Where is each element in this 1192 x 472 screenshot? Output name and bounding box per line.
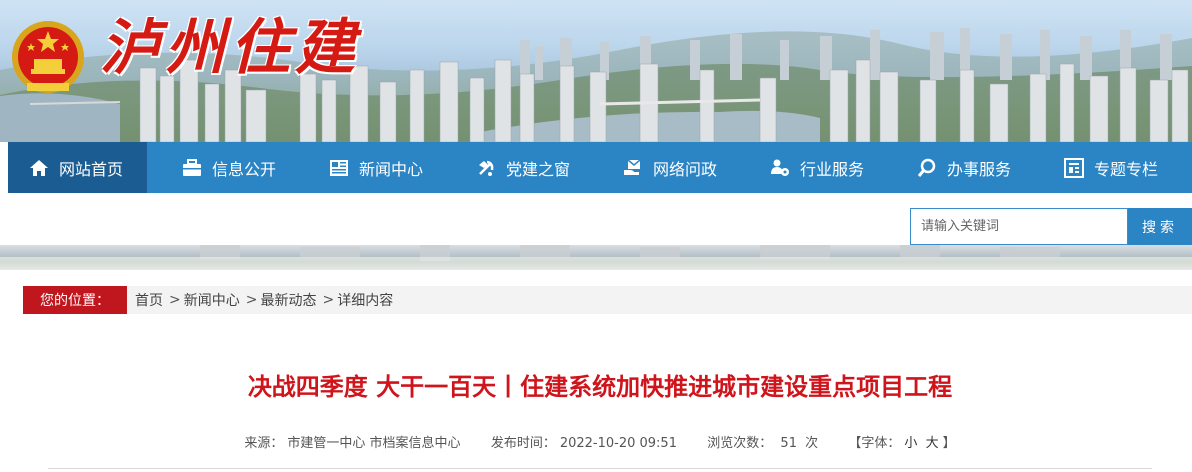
scenery-strip-image bbox=[0, 245, 1192, 270]
nav-item-info-disclosure[interactable]: 信息公开 bbox=[147, 142, 294, 193]
newspaper-icon bbox=[330, 159, 348, 176]
nav-item-label: 网站首页 bbox=[59, 159, 124, 179]
banner-bottom-strip bbox=[0, 245, 1192, 270]
home-icon bbox=[30, 159, 48, 176]
breadcrumb-link-news-center[interactable]: 新闻中心 bbox=[184, 290, 240, 310]
article-title: 决战四季度 大干一百天丨住建系统加快推进城市建设重点项目工程 bbox=[247, 373, 953, 401]
breadcrumb-separator: > bbox=[245, 292, 258, 308]
source-label: 来源： bbox=[244, 436, 284, 451]
font-size-large-button[interactable]: 大 bbox=[926, 436, 939, 451]
search-input[interactable] bbox=[910, 208, 1128, 245]
mail-hand-icon bbox=[624, 158, 641, 175]
breadcrumb: 您的位置： 首页 > 新闻中心 > 最新动态 > 详细内容 bbox=[23, 286, 1192, 314]
nav-item-special-columns[interactable]: 专题专栏 bbox=[1029, 142, 1192, 193]
views-unit: 次 bbox=[805, 436, 819, 451]
breadcrumb-separator: > bbox=[169, 292, 181, 308]
nav-item-news-center[interactable]: 新闻中心 bbox=[294, 142, 441, 193]
breadcrumb-trail: 首页 > 新闻中心 > 最新动态 > 详细内容 bbox=[135, 286, 393, 314]
main-navigation: 网站首页 信息公开 新闻中心 党建之窗 网络问政 行业服务 办事服务 专题专栏 bbox=[8, 142, 1192, 193]
page: 泸州住建 网站首页 信息公开 新闻中心 党建之窗 网络问政 行业服务 办事服务 … bbox=[0, 0, 1192, 472]
column-icon bbox=[1064, 157, 1084, 178]
breadcrumb-link-detail[interactable]: 详细内容 bbox=[337, 290, 393, 310]
breadcrumb-link-latest-news[interactable]: 最新动态 bbox=[260, 290, 316, 310]
breadcrumb-separator: > bbox=[322, 292, 335, 308]
divider bbox=[48, 468, 1152, 469]
nav-item-label: 网络问政 bbox=[653, 159, 718, 179]
nav-item-label: 专题专栏 bbox=[1094, 159, 1159, 179]
search-icon bbox=[917, 158, 936, 177]
date-label: 发布时间： bbox=[490, 436, 556, 451]
nav-item-affairs-services[interactable]: 办事服务 bbox=[882, 142, 1029, 193]
font-size-small-button[interactable]: 小 bbox=[904, 436, 917, 451]
search-button[interactable]: 搜索 bbox=[1128, 208, 1192, 245]
breadcrumb-link-home[interactable]: 首页 bbox=[135, 290, 163, 310]
users-gear-icon bbox=[771, 159, 789, 176]
views-count: 51 bbox=[780, 436, 797, 451]
nav-item-label: 新闻中心 bbox=[359, 159, 424, 179]
source-value: 市建管一中心 市档案信息中心 bbox=[287, 436, 461, 451]
nav-item-party-building[interactable]: 党建之窗 bbox=[441, 142, 588, 193]
font-size-bracket: 】 bbox=[942, 436, 956, 451]
article-container: 您的位置： 首页 > 新闻中心 > 最新动态 > 详细内容 决战四季度 大干一百… bbox=[8, 270, 1192, 472]
nav-item-home[interactable]: 网站首页 bbox=[8, 142, 147, 193]
article-meta: 来源： 市建管一中心 市档案信息中心 发布时间： 2022-10-20 09:51 … bbox=[8, 432, 1192, 451]
briefcase-icon bbox=[183, 158, 201, 176]
search-bar: 搜索 bbox=[8, 193, 1192, 245]
breadcrumb-label: 您的位置： bbox=[23, 286, 127, 314]
site-title: 泸州住建 bbox=[100, 13, 360, 83]
nav-item-online-inquiry[interactable]: 网络问政 bbox=[588, 142, 735, 193]
views-label: 浏览次数： bbox=[707, 436, 773, 451]
nav-item-label: 行业服务 bbox=[800, 159, 865, 179]
header-banner: 泸州住建 bbox=[0, 0, 1192, 142]
nav-item-label: 信息公开 bbox=[212, 159, 277, 179]
party-emblem-icon bbox=[479, 160, 494, 176]
national-emblem-logo bbox=[12, 21, 84, 93]
nav-item-label: 办事服务 bbox=[947, 159, 1012, 179]
font-size-label: 【字体： bbox=[848, 436, 901, 451]
publish-date: 2022-10-20 09:51 bbox=[559, 436, 677, 451]
nav-item-industry-services[interactable]: 行业服务 bbox=[735, 142, 882, 193]
nav-item-label: 党建之窗 bbox=[506, 159, 571, 179]
